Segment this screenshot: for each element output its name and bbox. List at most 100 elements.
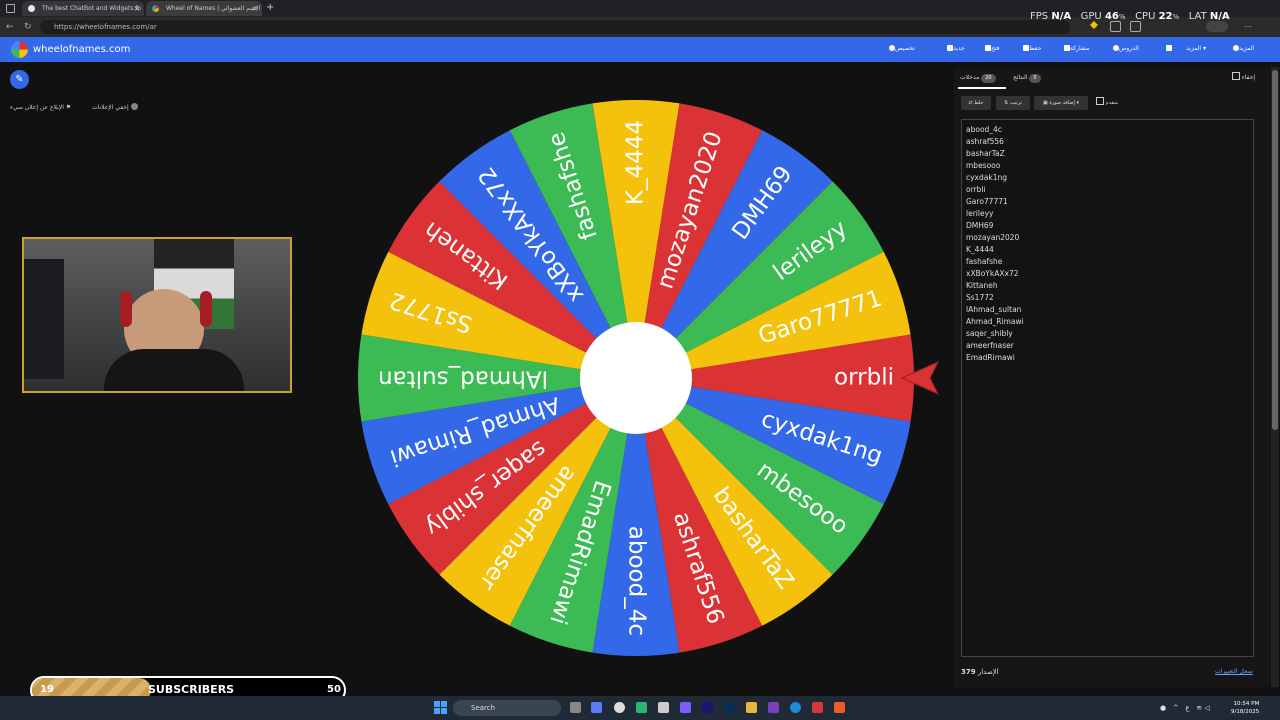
taskbar-search[interactable]: Search — [453, 700, 561, 716]
system-tray[interactable]: ● ^ ع ≋ ◁ — [1160, 704, 1210, 713]
nav-more[interactable]: المزيد ▾ — [1186, 43, 1206, 55]
browser-menu-icon[interactable]: ⋯ — [1244, 20, 1252, 34]
close-tab-icon[interactable]: × — [133, 1, 140, 16]
github-icon[interactable] — [658, 702, 669, 713]
name-wheel[interactable]: orrblicyxdak1ngmbesooobasharTaZashraf556… — [358, 100, 914, 656]
nav-fullscreen[interactable] — [1163, 43, 1172, 55]
language-indicator: ع — [1185, 704, 1190, 712]
hide-checkbox[interactable] — [1232, 72, 1240, 80]
shuffle-label: خلط — [974, 100, 984, 106]
advanced-checkbox[interactable] — [1096, 97, 1104, 105]
changelog-link[interactable]: سجل التغييرات — [1215, 666, 1253, 678]
fullscreen-icon — [1166, 45, 1172, 51]
entry-item[interactable]: cyxdak1ng — [966, 172, 1024, 184]
hide-panel-toggle[interactable]: إخفاء — [1232, 72, 1255, 84]
nav-label: جديد — [953, 45, 965, 52]
tab-title: Wheel of Names | الاسم العشوائي — [166, 5, 261, 12]
entry-item[interactable]: Ss1772 — [966, 292, 1024, 304]
nav-save[interactable]: حفظ — [1020, 43, 1041, 55]
app-icon-green[interactable] — [636, 702, 647, 713]
nav-customize[interactable]: تخصيص — [886, 43, 915, 55]
entry-item[interactable]: ameerfnaser — [966, 340, 1024, 352]
tab-results[interactable]: النتائج 5 — [1013, 72, 1044, 84]
task-view-icon[interactable] — [570, 702, 581, 713]
photoshop-icon[interactable] — [724, 702, 735, 713]
wheel-segment-label: lAhmad_sultan — [378, 366, 548, 392]
wheel-segment-label: abood_4c — [624, 526, 650, 636]
file-explorer-icon[interactable] — [746, 702, 757, 713]
add-image-button[interactable]: ▣ إضافة صورة ▾ — [1034, 96, 1088, 110]
tab-results-label: النتائج — [1013, 74, 1028, 81]
version-number: 379 — [961, 668, 976, 676]
nav-label: المزيد — [1239, 45, 1255, 52]
nav-tutorials[interactable]: الدروس — [1110, 43, 1139, 55]
chrome-icon[interactable] — [614, 702, 625, 713]
cpu-percent: % — [1172, 13, 1180, 21]
nav-label: مشاركة — [1070, 45, 1090, 52]
premiere-icon[interactable] — [702, 702, 713, 713]
nav-open[interactable]: فتح — [982, 43, 1000, 55]
back-arrow-icon[interactable]: ← — [6, 20, 14, 34]
hide-ads-label: إخفي الإعلانات — [92, 104, 129, 111]
visual-studio-icon[interactable] — [768, 702, 779, 713]
shuffle-button[interactable]: ⇄ خلط — [961, 96, 991, 110]
nav-new[interactable]: جديد — [944, 43, 965, 55]
entry-item[interactable]: DMH69 — [966, 220, 1024, 232]
wheel-pointer-icon — [900, 360, 940, 396]
entry-item[interactable]: saqer_shibly — [966, 328, 1024, 340]
scrollbar-thumb[interactable] — [1272, 70, 1278, 430]
discord-icon[interactable] — [680, 702, 691, 713]
entry-item[interactable]: mbesooo — [966, 160, 1024, 172]
logo-icon[interactable] — [11, 41, 28, 58]
url-input[interactable]: https://wheelofnames.com/ar — [40, 20, 1070, 34]
tab-actions-icon[interactable] — [6, 4, 15, 13]
entry-item[interactable]: Garo77771 — [966, 196, 1024, 208]
browser-tab-chatbot[interactable]: The best ChatBot and Widgets fo × — [22, 1, 144, 16]
lat-value: N/A — [1209, 11, 1230, 22]
edit-wheel-button[interactable]: ✎ — [10, 70, 29, 89]
new-tab-button[interactable]: + — [266, 1, 274, 15]
nav-share[interactable]: مشاركة — [1061, 43, 1089, 55]
entry-item[interactable]: orrbli — [966, 184, 1024, 196]
entries-count-badge: 20 — [981, 74, 996, 83]
site-brand[interactable]: wheelofnames.com — [33, 42, 130, 58]
entry-item[interactable]: lAhmad_sultan — [966, 304, 1024, 316]
entry-item[interactable]: abood_4c — [966, 124, 1024, 136]
hide-ads-link[interactable]: إخفي الإعلانات — [92, 102, 138, 114]
sort-label: ترتيب — [1009, 100, 1022, 106]
browser-tab-wheel[interactable]: Wheel of Names | الاسم العشوائي × — [146, 1, 262, 16]
close-tab-icon[interactable]: × — [251, 1, 258, 16]
entry-item[interactable]: K_4444 — [966, 244, 1024, 256]
entry-item[interactable]: xXBoYkAXx72 — [966, 268, 1024, 280]
entry-item[interactable]: fashafshe — [966, 256, 1024, 268]
tab-entries[interactable]: مدخلات 20 — [960, 72, 999, 84]
entry-item[interactable]: lerileyy — [966, 208, 1024, 220]
chevron-down-icon: ▾ — [1203, 45, 1207, 52]
windows-start-icon[interactable] — [434, 701, 447, 714]
wifi-icon: ≋ — [1196, 704, 1203, 712]
app-icon-red[interactable] — [812, 702, 823, 713]
tab-entries-label: مدخلات — [960, 74, 980, 81]
reload-icon[interactable]: ↻ — [24, 20, 32, 34]
edge-icon[interactable] — [790, 702, 801, 713]
copilot-icon[interactable] — [591, 702, 602, 713]
nav-language[interactable]: المزيد — [1230, 43, 1254, 55]
nav-label: فتح — [991, 45, 1000, 52]
entry-item[interactable]: Ahmad_Rimawi — [966, 316, 1024, 328]
entry-item[interactable]: EmadRimawi — [966, 352, 1024, 364]
close-circle-icon — [130, 103, 138, 110]
lat-label: LAT — [1188, 11, 1207, 22]
entry-item[interactable]: Kittaneh — [966, 280, 1024, 292]
sort-button[interactable]: ⇅ ترتيب — [996, 96, 1030, 110]
subscriber-label: SUBSCRIBERS — [148, 683, 235, 696]
chevron-up-icon: ^ — [1172, 704, 1179, 712]
brave-icon[interactable] — [834, 702, 845, 713]
entry-item[interactable]: mozayan2020 — [966, 232, 1024, 244]
entry-item[interactable]: basharTaZ — [966, 148, 1024, 160]
entry-item[interactable]: ashraf556 — [966, 136, 1024, 148]
wheel-center[interactable] — [580, 322, 692, 434]
subscriber-current: 19 — [40, 684, 54, 695]
taskbar-clock[interactable]: 10:54 PM 9/18/2025 — [1231, 700, 1259, 716]
advanced-toggle[interactable]: متقدم — [1096, 97, 1118, 109]
report-ad-link[interactable]: الإبلاغ عن إعلان سيء ⚑ — [10, 102, 71, 114]
